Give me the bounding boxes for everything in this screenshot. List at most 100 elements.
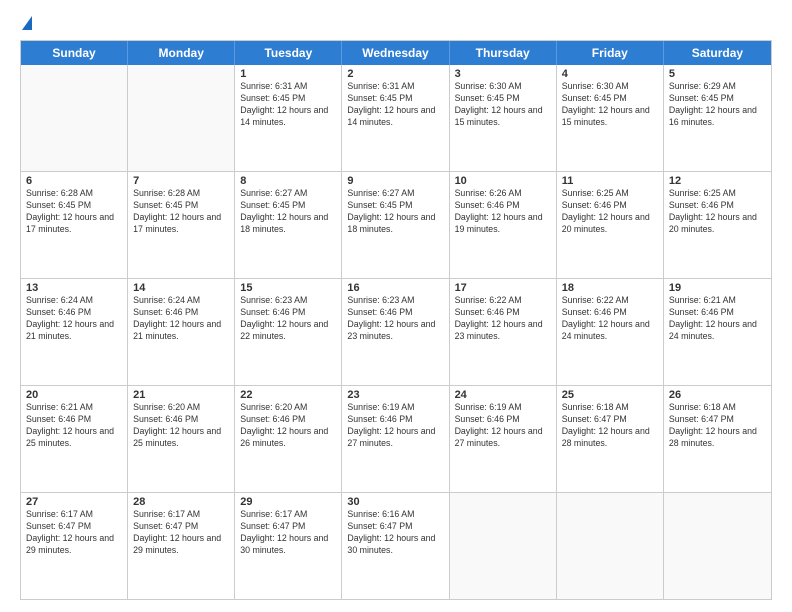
- day-info: Sunrise: 6:27 AM Sunset: 6:45 PM Dayligh…: [240, 188, 336, 236]
- day-info: Sunrise: 6:18 AM Sunset: 6:47 PM Dayligh…: [562, 402, 658, 450]
- day-number: 17: [455, 282, 551, 294]
- day-cell-8: 8Sunrise: 6:27 AM Sunset: 6:45 PM Daylig…: [235, 172, 342, 278]
- day-number: 21: [133, 389, 229, 401]
- day-info: Sunrise: 6:17 AM Sunset: 6:47 PM Dayligh…: [133, 509, 229, 557]
- day-number: 4: [562, 68, 658, 80]
- day-cell-18: 18Sunrise: 6:22 AM Sunset: 6:46 PM Dayli…: [557, 279, 664, 385]
- day-cell-23: 23Sunrise: 6:19 AM Sunset: 6:46 PM Dayli…: [342, 386, 449, 492]
- calendar-week-3: 13Sunrise: 6:24 AM Sunset: 6:46 PM Dayli…: [21, 278, 771, 385]
- day-info: Sunrise: 6:16 AM Sunset: 6:47 PM Dayligh…: [347, 509, 443, 557]
- day-number: 26: [669, 389, 766, 401]
- day-info: Sunrise: 6:22 AM Sunset: 6:46 PM Dayligh…: [455, 295, 551, 343]
- day-number: 25: [562, 389, 658, 401]
- day-number: 19: [669, 282, 766, 294]
- day-info: Sunrise: 6:27 AM Sunset: 6:45 PM Dayligh…: [347, 188, 443, 236]
- day-info: Sunrise: 6:25 AM Sunset: 6:46 PM Dayligh…: [669, 188, 766, 236]
- day-cell-14: 14Sunrise: 6:24 AM Sunset: 6:46 PM Dayli…: [128, 279, 235, 385]
- day-info: Sunrise: 6:23 AM Sunset: 6:46 PM Dayligh…: [240, 295, 336, 343]
- day-number: 15: [240, 282, 336, 294]
- day-info: Sunrise: 6:28 AM Sunset: 6:45 PM Dayligh…: [133, 188, 229, 236]
- day-cell-17: 17Sunrise: 6:22 AM Sunset: 6:46 PM Dayli…: [450, 279, 557, 385]
- day-of-week-sunday: Sunday: [21, 41, 128, 65]
- day-number: 8: [240, 175, 336, 187]
- day-cell-10: 10Sunrise: 6:26 AM Sunset: 6:46 PM Dayli…: [450, 172, 557, 278]
- day-number: 2: [347, 68, 443, 80]
- day-cell-20: 20Sunrise: 6:21 AM Sunset: 6:46 PM Dayli…: [21, 386, 128, 492]
- day-number: 12: [669, 175, 766, 187]
- day-cell-7: 7Sunrise: 6:28 AM Sunset: 6:45 PM Daylig…: [128, 172, 235, 278]
- day-cell-4: 4Sunrise: 6:30 AM Sunset: 6:45 PM Daylig…: [557, 65, 664, 171]
- day-info: Sunrise: 6:24 AM Sunset: 6:46 PM Dayligh…: [26, 295, 122, 343]
- logo-icon: [22, 16, 32, 30]
- empty-cell: [128, 65, 235, 171]
- day-number: 22: [240, 389, 336, 401]
- day-cell-29: 29Sunrise: 6:17 AM Sunset: 6:47 PM Dayli…: [235, 493, 342, 599]
- day-number: 30: [347, 496, 443, 508]
- day-of-week-thursday: Thursday: [450, 41, 557, 65]
- day-info: Sunrise: 6:21 AM Sunset: 6:46 PM Dayligh…: [26, 402, 122, 450]
- day-cell-22: 22Sunrise: 6:20 AM Sunset: 6:46 PM Dayli…: [235, 386, 342, 492]
- day-of-week-tuesday: Tuesday: [235, 41, 342, 65]
- empty-cell: [450, 493, 557, 599]
- day-of-week-monday: Monday: [128, 41, 235, 65]
- day-cell-27: 27Sunrise: 6:17 AM Sunset: 6:47 PM Dayli…: [21, 493, 128, 599]
- day-number: 7: [133, 175, 229, 187]
- day-info: Sunrise: 6:30 AM Sunset: 6:45 PM Dayligh…: [455, 81, 551, 129]
- day-info: Sunrise: 6:29 AM Sunset: 6:45 PM Dayligh…: [669, 81, 766, 129]
- day-info: Sunrise: 6:20 AM Sunset: 6:46 PM Dayligh…: [240, 402, 336, 450]
- day-cell-25: 25Sunrise: 6:18 AM Sunset: 6:47 PM Dayli…: [557, 386, 664, 492]
- day-info: Sunrise: 6:22 AM Sunset: 6:46 PM Dayligh…: [562, 295, 658, 343]
- day-cell-21: 21Sunrise: 6:20 AM Sunset: 6:46 PM Dayli…: [128, 386, 235, 492]
- day-info: Sunrise: 6:24 AM Sunset: 6:46 PM Dayligh…: [133, 295, 229, 343]
- day-cell-30: 30Sunrise: 6:16 AM Sunset: 6:47 PM Dayli…: [342, 493, 449, 599]
- day-info: Sunrise: 6:17 AM Sunset: 6:47 PM Dayligh…: [26, 509, 122, 557]
- day-info: Sunrise: 6:19 AM Sunset: 6:46 PM Dayligh…: [455, 402, 551, 450]
- day-number: 24: [455, 389, 551, 401]
- day-cell-3: 3Sunrise: 6:30 AM Sunset: 6:45 PM Daylig…: [450, 65, 557, 171]
- day-number: 6: [26, 175, 122, 187]
- day-cell-19: 19Sunrise: 6:21 AM Sunset: 6:46 PM Dayli…: [664, 279, 771, 385]
- day-info: Sunrise: 6:26 AM Sunset: 6:46 PM Dayligh…: [455, 188, 551, 236]
- empty-cell: [21, 65, 128, 171]
- day-cell-9: 9Sunrise: 6:27 AM Sunset: 6:45 PM Daylig…: [342, 172, 449, 278]
- day-cell-26: 26Sunrise: 6:18 AM Sunset: 6:47 PM Dayli…: [664, 386, 771, 492]
- page: SundayMondayTuesdayWednesdayThursdayFrid…: [0, 0, 792, 612]
- day-number: 23: [347, 389, 443, 401]
- day-number: 20: [26, 389, 122, 401]
- calendar-week-5: 27Sunrise: 6:17 AM Sunset: 6:47 PM Dayli…: [21, 492, 771, 599]
- header: [20, 16, 772, 30]
- day-cell-16: 16Sunrise: 6:23 AM Sunset: 6:46 PM Dayli…: [342, 279, 449, 385]
- calendar-week-2: 6Sunrise: 6:28 AM Sunset: 6:45 PM Daylig…: [21, 171, 771, 278]
- day-cell-2: 2Sunrise: 6:31 AM Sunset: 6:45 PM Daylig…: [342, 65, 449, 171]
- day-number: 14: [133, 282, 229, 294]
- day-number: 3: [455, 68, 551, 80]
- day-number: 10: [455, 175, 551, 187]
- day-number: 29: [240, 496, 336, 508]
- day-info: Sunrise: 6:25 AM Sunset: 6:46 PM Dayligh…: [562, 188, 658, 236]
- day-number: 11: [562, 175, 658, 187]
- day-cell-12: 12Sunrise: 6:25 AM Sunset: 6:46 PM Dayli…: [664, 172, 771, 278]
- day-info: Sunrise: 6:19 AM Sunset: 6:46 PM Dayligh…: [347, 402, 443, 450]
- day-of-week-friday: Friday: [557, 41, 664, 65]
- day-info: Sunrise: 6:28 AM Sunset: 6:45 PM Dayligh…: [26, 188, 122, 236]
- calendar-week-1: 1 Sunrise: 6:31 AM Sunset: 6:45 PM Daylig…: [21, 65, 771, 171]
- day-cell-5: 5Sunrise: 6:29 AM Sunset: 6:45 PM Daylig…: [664, 65, 771, 171]
- day-number: 9: [347, 175, 443, 187]
- day-cell-13: 13Sunrise: 6:24 AM Sunset: 6:46 PM Dayli…: [21, 279, 128, 385]
- day-info: Sunrise: 6:20 AM Sunset: 6:46 PM Dayligh…: [133, 402, 229, 450]
- day-cell-1: 1Sunrise: 6:31 AM Sunset: 6:45 PM Daylig…: [235, 65, 342, 171]
- day-info: Sunrise: 6:23 AM Sunset: 6:46 PM Dayligh…: [347, 295, 443, 343]
- calendar-header: SundayMondayTuesdayWednesdayThursdayFrid…: [21, 41, 771, 65]
- day-number: 5: [669, 68, 766, 80]
- day-number: 16: [347, 282, 443, 294]
- calendar: SundayMondayTuesdayWednesdayThursdayFrid…: [20, 40, 772, 600]
- day-cell-6: 6Sunrise: 6:28 AM Sunset: 6:45 PM Daylig…: [21, 172, 128, 278]
- day-cell-28: 28Sunrise: 6:17 AM Sunset: 6:47 PM Dayli…: [128, 493, 235, 599]
- day-number: 18: [562, 282, 658, 294]
- day-number: 1: [240, 68, 336, 80]
- empty-cell: [557, 493, 664, 599]
- day-cell-15: 15Sunrise: 6:23 AM Sunset: 6:46 PM Dayli…: [235, 279, 342, 385]
- empty-cell: [664, 493, 771, 599]
- day-cell-24: 24Sunrise: 6:19 AM Sunset: 6:46 PM Dayli…: [450, 386, 557, 492]
- day-info: Sunrise: 6:31 AM Sunset: 6:45 PM Dayligh…: [347, 81, 443, 129]
